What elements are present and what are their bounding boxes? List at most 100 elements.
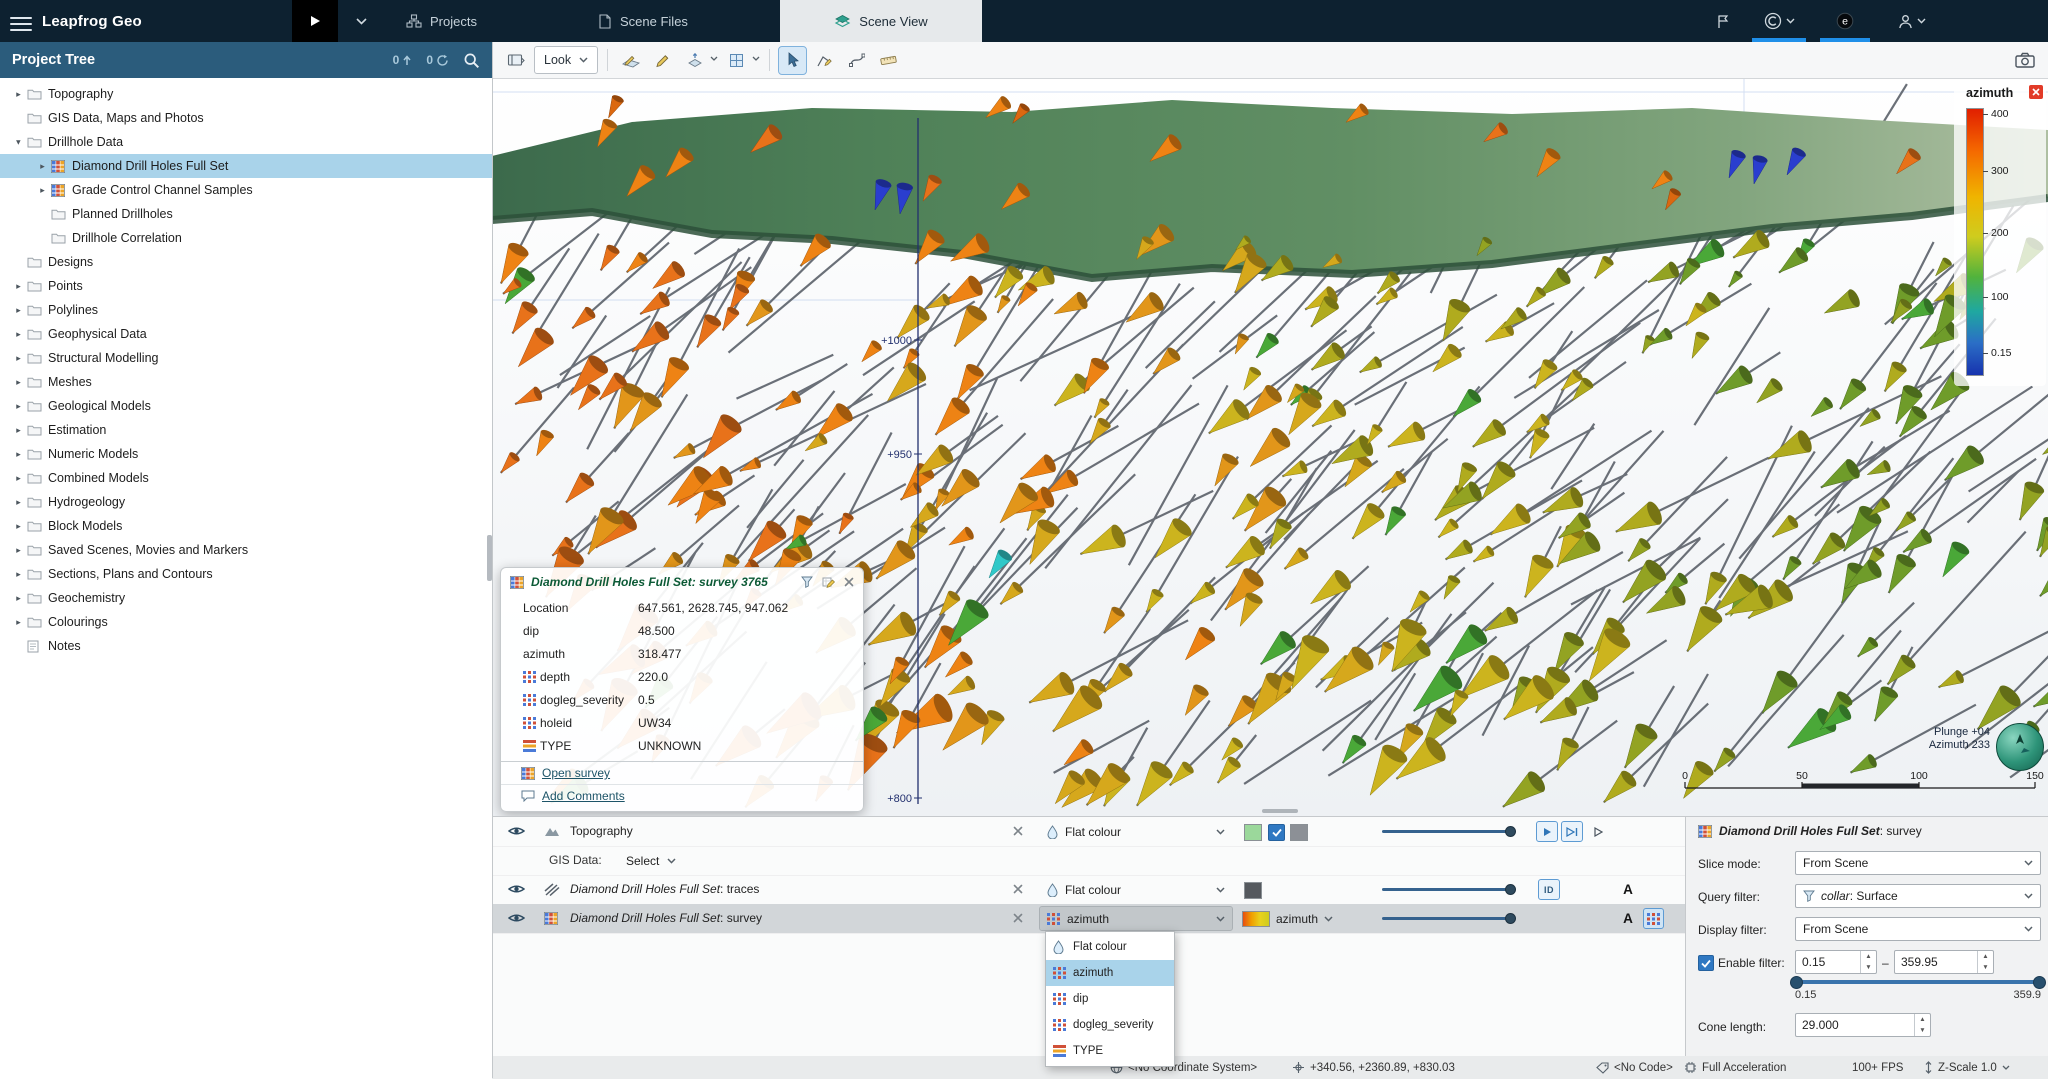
chevron-right-icon[interactable]: ▸ [10,473,27,484]
seequent-id-button[interactable]: e [1816,0,1874,42]
tree-item-saved-scenes-movies-and-markers[interactable]: ▸Saved Scenes, Movies and Markers [0,538,492,562]
spinner-buttons[interactable]: ▲▼ [1977,951,1993,973]
code-status[interactable]: <No Code> [1596,1056,1673,1079]
tree-item-hydrogeology[interactable]: ▸Hydrogeology [0,490,492,514]
chevron-down-icon[interactable] [710,56,718,64]
tree-item-geochemistry[interactable]: ▸Geochemistry [0,586,492,610]
chevron-right-icon[interactable]: ▸ [10,569,27,580]
tree-item-topography[interactable]: ▸Topography [0,82,492,106]
tree-item-geophysical-data[interactable]: ▸Geophysical Data [0,322,492,346]
chevron-down-icon[interactable] [752,56,760,64]
tree-item-combined-models[interactable]: ▸Combined Models [0,466,492,490]
opacity-slider[interactable] [1382,916,1515,922]
tree-item-diamond-drill-holes-full-set[interactable]: ▸Diamond Drill Holes Full Set [0,154,492,178]
tree-item-notes[interactable]: Notes [0,634,492,658]
gis-select-dropdown[interactable]: Select [620,849,682,872]
tree-item-drillhole-correlation[interactable]: Drillhole Correlation [0,226,492,250]
colour-map-dropdown[interactable]: azimuth [1242,907,1362,930]
tree-item-polylines[interactable]: ▸Polylines [0,298,492,322]
range-handle-min[interactable] [1790,976,1803,989]
tree-item-numeric-models[interactable]: ▸Numeric Models [0,442,492,466]
tree-item-estimation[interactable]: ▸Estimation [0,418,492,442]
add-comments-link[interactable]: Add Comments [501,785,863,807]
cone-length-input[interactable]: 29.000 ▲▼ [1795,1013,1931,1037]
tree-item-designs[interactable]: Designs [0,250,492,274]
colour-option-dip[interactable]: dip [1046,986,1174,1012]
spinner-buttons[interactable]: ▲▼ [1914,1014,1930,1036]
surface-colour-swatch[interactable] [1244,824,1262,841]
user-account-button[interactable] [1882,0,1942,42]
z-scale-control[interactable]: Z-Scale 1.0 [1924,1056,2010,1079]
visibility-eye-icon[interactable] [508,883,525,895]
chevron-right-icon[interactable]: ▸ [10,425,27,436]
sidebar-splitter-handle[interactable] [487,535,492,581]
spinner-buttons[interactable]: ▲▼ [1860,951,1876,973]
scene-splitter-handle[interactable] [1262,809,1298,813]
query-filter-dropdown[interactable]: collar: Surface [1795,884,2041,908]
select-tool-button[interactable] [779,47,806,74]
filter-range-slider[interactable] [1795,980,2039,984]
texture-checkbox[interactable] [1268,824,1285,841]
tree-item-grade-control-channel-samples[interactable]: ▸Grade Control Channel Samples [0,178,492,202]
colour-mode-dropdown-open[interactable]: azimuth [1040,907,1232,930]
chevron-right-icon[interactable]: ▸ [10,449,27,460]
scene-3d-view[interactable]: +1000+950+800 azimuth 4003002001000.15 P… [492,78,2048,816]
colour-mode-dropdown[interactable]: Flat colour [1040,878,1232,901]
visibility-eye-icon[interactable] [508,825,525,837]
render-side-a-button[interactable] [1536,821,1558,842]
ruler-tool-button[interactable] [875,47,902,74]
shape-row-survey[interactable]: Diamond Drill Holes Full Set: survey azi… [492,904,1685,934]
colour-option-type[interactable]: TYPE [1046,1038,1174,1064]
processing-dropdown-button[interactable] [344,0,378,42]
shape-row-traces[interactable]: Diamond Drill Holes Full Set: traces Fla… [492,875,1685,905]
popup-close-icon[interactable] [844,577,854,587]
draw-slice-tool-button[interactable] [617,47,644,74]
central-account-button[interactable] [1748,0,1810,42]
chevron-right-icon[interactable]: ▸ [10,497,27,508]
slider-handle[interactable] [1505,913,1516,924]
tree-item-geological-models[interactable]: ▸Geological Models [0,394,492,418]
chevron-right-icon[interactable]: ▸ [10,377,27,388]
draw-line-tool-button[interactable] [649,47,676,74]
filter-max-input[interactable]: 359.95 ▲▼ [1894,950,1994,974]
processing-play-button[interactable] [292,0,338,42]
enable-filter-checkbox[interactable] [1698,955,1714,971]
slider-handle[interactable] [1505,884,1516,895]
open-survey-link[interactable]: Open survey [501,762,863,784]
colour-option-flat-colour[interactable]: Flat colour [1046,934,1174,960]
chevron-down-icon[interactable]: ▸ [13,134,24,151]
tree-item-colourings[interactable]: ▸Colourings [0,610,492,634]
chevron-right-icon[interactable]: ▸ [10,281,27,292]
line-width-button[interactable]: ID [1538,879,1560,900]
chevron-right-icon[interactable]: ▸ [10,617,27,628]
interval-selection-tool-button[interactable] [723,47,750,74]
draw-polyline-tool-button[interactable] [811,47,838,74]
remove-shape-button[interactable] [1013,826,1023,836]
tree-item-meshes[interactable]: ▸Meshes [0,370,492,394]
chevron-right-icon[interactable]: ▸ [10,305,27,316]
text-format-button[interactable]: A [1619,908,1637,929]
screenshot-camera-button[interactable] [2010,46,2040,73]
tree-item-planned-drillholes[interactable]: Planned Drillholes [0,202,492,226]
colour-mode-dropdown[interactable]: Flat colour [1040,820,1232,843]
remove-shape-button[interactable] [1013,913,1023,923]
moving-plane-tool-button[interactable] [681,47,708,74]
chevron-right-icon[interactable]: ▸ [10,593,27,604]
tree-item-points[interactable]: ▸Points [0,274,492,298]
chevron-right-icon[interactable]: ▸ [34,161,51,172]
shape-row-topography[interactable]: Topography Flat colour [492,817,1685,847]
tab-scene-files[interactable]: Scene Files [582,0,704,42]
filter-min-input[interactable]: 0.15 ▲▼ [1795,950,1877,974]
trace-colour-swatch[interactable] [1244,882,1262,899]
sync-indicator[interactable]: 0 [426,53,449,67]
chevron-right-icon[interactable]: ▸ [10,329,27,340]
opacity-slider[interactable] [1382,829,1515,835]
upload-indicator[interactable]: 0 [393,53,413,67]
show-values-toggle[interactable] [1643,908,1664,929]
edit-polyline-tool-button[interactable] [843,47,870,74]
filter-funnel-icon[interactable] [801,576,813,588]
tree-item-sections-plans-and-contours[interactable]: ▸Sections, Plans and Contours [0,562,492,586]
edit-table-icon[interactable] [822,576,835,589]
display-filter-dropdown[interactable]: From Scene [1795,917,2041,941]
range-handle-max[interactable] [2033,976,2046,989]
